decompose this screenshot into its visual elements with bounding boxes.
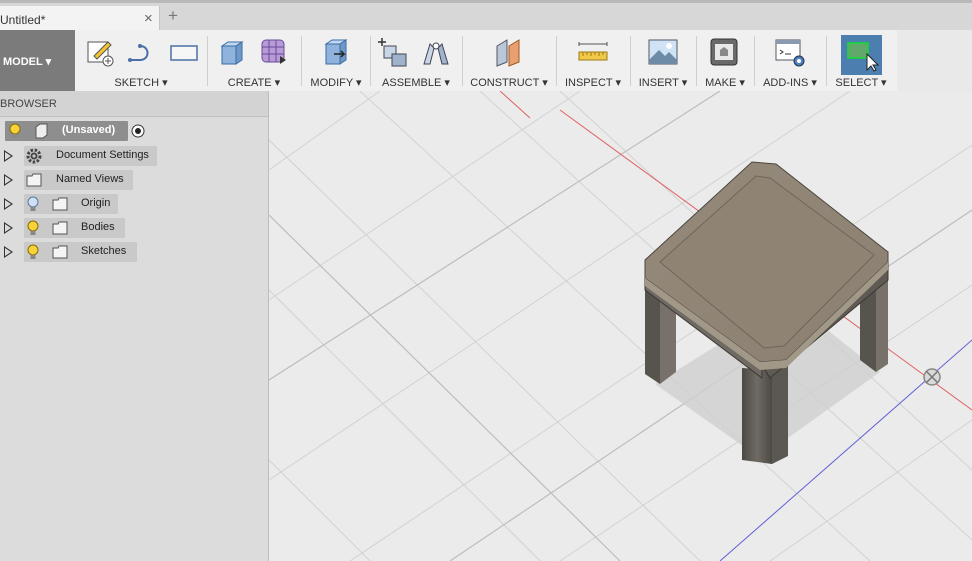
sketch-group: SKETCH ▾ <box>80 30 202 91</box>
folder-icon <box>52 245 68 259</box>
offset-plane-icon[interactable] <box>493 36 525 68</box>
root-label: (Unsaved) <box>62 124 116 136</box>
table-leg-right-side <box>876 280 888 372</box>
activate-radio-icon[interactable] <box>131 124 145 138</box>
expand-icon[interactable] <box>4 174 13 186</box>
lightbulb-icon[interactable] <box>8 123 22 139</box>
3d-print-icon[interactable] <box>708 36 740 68</box>
browser-item-named-views[interactable]: Named Views <box>0 170 160 190</box>
document-tab-title: Untitled* <box>0 13 46 27</box>
new-component-icon[interactable] <box>378 36 410 68</box>
browser-item-origin[interactable]: Origin <box>0 194 160 214</box>
lightbulb-off-icon[interactable] <box>26 196 40 212</box>
browser-node[interactable]: Bodies <box>24 218 125 238</box>
browser-item-label: Named Views <box>56 173 124 185</box>
browser-item-label: Sketches <box>81 245 127 257</box>
document-icon <box>35 123 48 139</box>
browser-item-label: Document Settings <box>56 149 149 161</box>
create-sketch-icon[interactable] <box>84 36 116 68</box>
press-pull-icon[interactable] <box>320 36 352 68</box>
insert-group: INSERT ▾ <box>634 30 692 91</box>
close-tab-icon[interactable]: × <box>144 10 153 27</box>
gear-icon <box>26 148 42 164</box>
assemble-menu[interactable]: ASSEMBLE ▾ <box>374 76 458 89</box>
browser-item-sketches[interactable]: Sketches <box>0 242 160 262</box>
origin-marker-icon[interactable] <box>923 368 941 386</box>
table-leg-right <box>860 290 876 372</box>
modify-menu[interactable]: MODIFY ▾ <box>306 76 366 89</box>
create-group: CREATE ▾ <box>212 30 296 91</box>
addins-group: ADD-INS ▾ <box>758 30 822 91</box>
folder-icon <box>52 221 68 235</box>
extrude-icon[interactable] <box>216 36 248 68</box>
line-tool-icon[interactable] <box>126 36 158 68</box>
browser-node[interactable]: Named Views <box>24 170 133 190</box>
toolbar-divider <box>696 36 697 86</box>
sketch-menu[interactable]: SKETCH ▾ <box>80 76 202 89</box>
toolbar-divider <box>301 36 302 86</box>
select-group: SELECT ▾ <box>830 30 892 91</box>
lightbulb-icon[interactable] <box>26 244 40 260</box>
make-group: MAKE ▾ <box>700 30 750 91</box>
expand-icon[interactable] <box>4 150 13 162</box>
inspect-menu[interactable]: INSPECT ▾ <box>560 76 626 89</box>
toolbar-divider <box>754 36 755 86</box>
table-leg-front <box>742 368 772 464</box>
measure-icon[interactable] <box>577 36 609 68</box>
document-tab[interactable]: Untitled* × <box>0 6 160 33</box>
browser-node[interactable]: Sketches <box>24 242 137 262</box>
toolbar-divider <box>826 36 827 86</box>
workspace-switcher[interactable]: MODEL ▾ <box>0 30 75 91</box>
insert-menu[interactable]: INSERT ▾ <box>634 76 692 89</box>
insert-image-icon[interactable] <box>647 36 679 68</box>
browser-node[interactable]: Document Settings <box>24 146 157 166</box>
create-menu[interactable]: CREATE ▾ <box>212 76 296 89</box>
3d-viewport[interactable] <box>269 91 972 561</box>
browser-node[interactable]: Origin <box>24 194 118 214</box>
browser-item-label: Origin <box>81 197 111 209</box>
make-menu[interactable]: MAKE ▾ <box>700 76 750 89</box>
select-button[interactable] <box>841 35 882 75</box>
canvas[interactable] <box>269 91 972 561</box>
scripts-addins-icon[interactable] <box>774 36 806 68</box>
joint-icon[interactable] <box>420 36 452 68</box>
inspect-group: INSPECT ▾ <box>560 30 626 91</box>
folder-icon <box>52 197 68 211</box>
workspace-label: MODEL ▾ <box>3 56 52 68</box>
folder-icon <box>26 173 42 187</box>
browser-root-row[interactable]: (Unsaved) <box>0 121 160 141</box>
toolbar: MODEL ▾ SKETCH ▾ CREATE ▾ MODIFY ▾ ASSEM… <box>0 30 897 92</box>
expand-icon[interactable] <box>4 246 13 258</box>
new-tab-button[interactable]: + <box>168 7 178 25</box>
modify-group: MODIFY ▾ <box>306 30 366 91</box>
browser-title: BROWSER <box>0 98 57 110</box>
rectangle-tool-icon[interactable] <box>168 36 200 68</box>
construct-group: CONSTRUCT ▾ <box>466 30 552 91</box>
assemble-group: ASSEMBLE ▾ <box>374 30 458 91</box>
lightbulb-icon[interactable] <box>26 220 40 236</box>
construct-menu[interactable]: CONSTRUCT ▾ <box>466 76 552 89</box>
select-cursor-icon <box>847 42 879 72</box>
addins-menu[interactable]: ADD-INS ▾ <box>758 76 822 89</box>
browser-item-document-settings[interactable]: Document Settings <box>0 146 160 166</box>
toolbar-divider <box>207 36 208 86</box>
browser-item-bodies[interactable]: Bodies <box>0 218 160 238</box>
select-menu[interactable]: SELECT ▾ <box>830 76 892 89</box>
tab-bar: Untitled* × + <box>0 0 972 33</box>
toolbar-divider <box>370 36 371 86</box>
browser-header[interactable]: BROWSER <box>0 91 268 117</box>
table-leg-front-side <box>772 362 788 464</box>
browser-item-label: Bodies <box>81 221 115 233</box>
toolbar-divider <box>630 36 631 86</box>
expand-icon[interactable] <box>4 222 13 234</box>
toolbar-divider <box>556 36 557 86</box>
browser-panel: BROWSER (Unsaved) Document Settings Name… <box>0 91 269 561</box>
toolbar-divider <box>462 36 463 86</box>
expand-icon[interactable] <box>4 198 13 210</box>
root-node[interactable]: (Unsaved) <box>5 121 128 141</box>
form-icon[interactable] <box>258 36 290 68</box>
